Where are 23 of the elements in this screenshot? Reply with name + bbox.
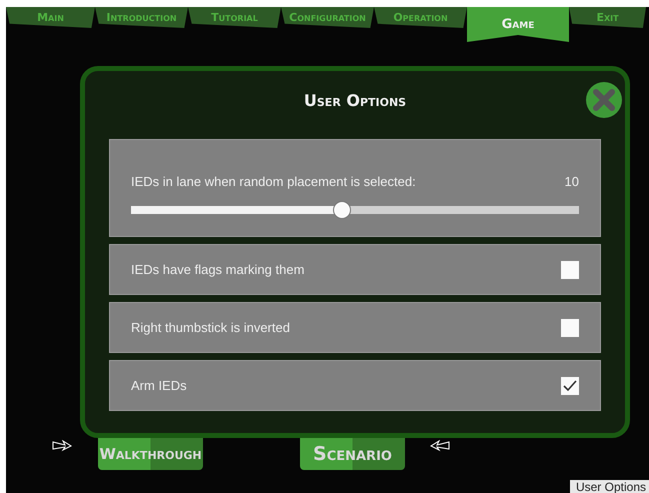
dialog-title: User Options (304, 90, 406, 110)
nav-tab[interactable]: Exit (569, 7, 646, 28)
nav-tab[interactable]: Main (6, 7, 95, 28)
checkbox[interactable] (561, 260, 579, 278)
option-label: Right thumbstick is inverted (131, 320, 290, 335)
walkthrough-button[interactable]: Walkthrough (98, 438, 203, 470)
slider[interactable] (131, 201, 579, 219)
arrow-icon (51, 440, 73, 452)
slider-thumb[interactable] (332, 201, 351, 219)
arrow-icon (429, 440, 451, 452)
close-icon[interactable] (586, 82, 622, 118)
slider-value: 10 (564, 174, 579, 189)
nav-tab[interactable]: Tutorial (188, 7, 281, 28)
nav-tab[interactable]: Operation (374, 7, 467, 28)
nav-tab[interactable]: Introduction (95, 7, 188, 28)
option-label: IEDs in lane when random placement is selected: (131, 174, 416, 189)
scenario-button[interactable]: Scenario (300, 438, 405, 470)
option-label: Arm IEDs (131, 378, 187, 393)
checkbox[interactable] (561, 376, 579, 394)
nav-tab[interactable]: Game (467, 7, 569, 42)
option-label: IEDs have flags marking them (131, 262, 304, 277)
checkbox[interactable] (561, 318, 579, 336)
nav-tab[interactable]: Configuration (281, 7, 374, 28)
